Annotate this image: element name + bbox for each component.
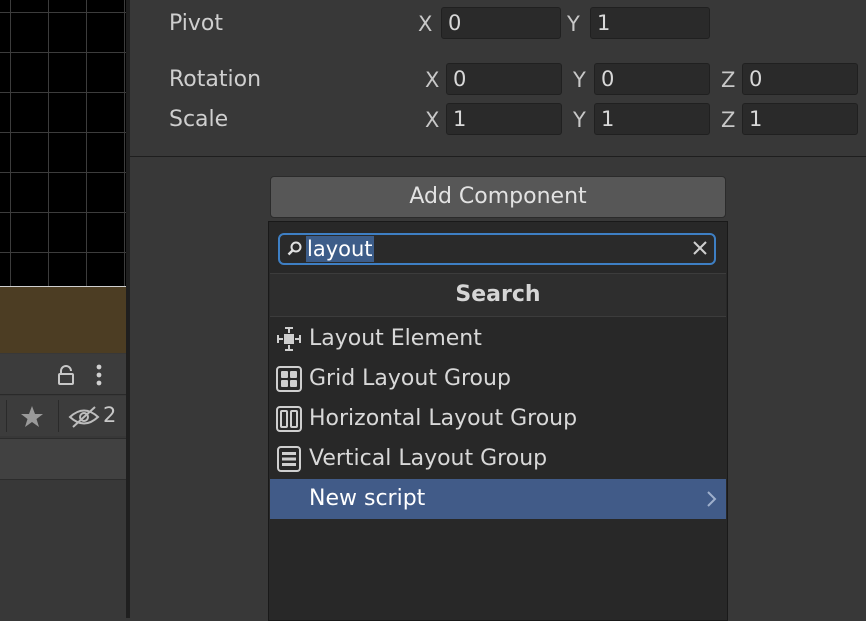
rotation-y-axis: Y <box>573 68 586 92</box>
component-item-vertical-layout-group[interactable]: Vertical Layout Group <box>270 439 726 479</box>
component-item-label: Horizontal Layout Group <box>309 406 578 431</box>
grid-layout-icon <box>275 365 303 393</box>
scale-z-axis: Z <box>721 108 736 132</box>
component-item-new-script[interactable]: New script <box>270 479 726 519</box>
scale-z-field[interactable]: 1 <box>742 103 858 135</box>
hierarchy-toolbar <box>0 354 126 395</box>
hierarchy-filter-row: 2 <box>0 396 126 436</box>
scale-label: Scale <box>169 107 229 132</box>
visibility-hidden-icon[interactable] <box>68 404 100 430</box>
scale-y-field[interactable]: 1 <box>594 103 710 135</box>
rotation-y-field[interactable]: 0 <box>594 63 710 95</box>
component-item-label: Grid Layout Group <box>309 366 511 391</box>
component-item-label: Layout Element <box>309 326 482 351</box>
pivot-y-axis: Y <box>567 12 580 36</box>
vertical-layout-icon <box>275 445 303 473</box>
layout-element-icon <box>275 325 303 353</box>
component-item-label: Vertical Layout Group <box>309 446 548 471</box>
component-item-horizontal-layout-group[interactable]: Horizontal Layout Group <box>270 399 726 439</box>
toolbar-separator <box>6 400 7 432</box>
chevron-right-icon <box>704 490 718 508</box>
search-query-text: layout <box>306 236 374 262</box>
more-options-icon[interactable] <box>89 362 109 388</box>
component-item-layout-element[interactable]: Layout Element <box>270 319 726 359</box>
scale-y-axis: Y <box>573 108 586 132</box>
rotation-label: Rotation <box>169 67 262 92</box>
section-divider <box>130 156 866 157</box>
add-component-button[interactable]: Add Component <box>270 176 726 218</box>
horizontal-layout-icon <box>275 405 303 433</box>
toolbar-separator <box>58 400 59 432</box>
hidden-count: 2 <box>103 403 117 427</box>
pivot-x-axis: X <box>418 12 433 36</box>
lock-icon[interactable] <box>54 364 78 386</box>
rotation-x-axis: X <box>425 68 440 92</box>
component-item-grid-layout-group[interactable]: Grid Layout Group <box>270 359 726 399</box>
search-icon <box>286 240 304 258</box>
pivot-label: Pivot <box>169 11 224 36</box>
component-item-label: New script <box>309 486 426 511</box>
pivot-y-field[interactable]: 1 <box>590 7 710 39</box>
rotation-z-axis: Z <box>721 68 736 92</box>
scale-x-axis: X <box>425 108 440 132</box>
scale-x-field[interactable]: 1 <box>446 103 562 135</box>
rotation-x-field[interactable]: 0 <box>446 63 562 95</box>
scene-view[interactable] <box>0 0 126 286</box>
scene-ground-strip <box>0 286 126 353</box>
search-results-header: Search <box>270 273 726 317</box>
hierarchy-list-row[interactable] <box>0 438 126 480</box>
pivot-x-field[interactable]: 0 <box>441 7 561 39</box>
favorite-star-icon[interactable] <box>18 404 46 430</box>
clear-search-icon[interactable] <box>690 238 710 258</box>
rotation-z-field[interactable]: 0 <box>742 63 858 95</box>
